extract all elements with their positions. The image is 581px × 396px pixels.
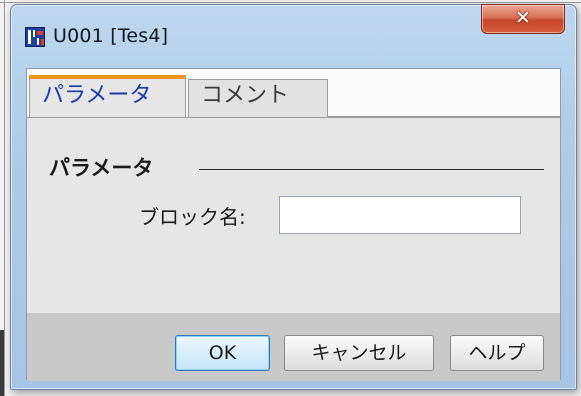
parameters-panel: パラメータ ブロック名: (27, 117, 560, 313)
cancel-button[interactable]: キャンセル (284, 335, 434, 371)
section-divider (199, 169, 544, 170)
block-app-icon (25, 27, 45, 47)
section-title: パラメータ (49, 156, 154, 180)
close-button[interactable]: ✕ (481, 4, 565, 34)
tab-parameters[interactable]: パラメータ (29, 75, 186, 117)
dialog-content: パラメータ コメント パラメータ ブロック名: OK キャンセル ヘルプ (26, 68, 561, 381)
tab-comment[interactable]: コメント (188, 79, 328, 117)
ok-button[interactable]: OK (175, 335, 270, 371)
tab-strip: パラメータ コメント (27, 69, 560, 117)
help-button[interactable]: ヘルプ (450, 335, 544, 371)
background-grid-line (4, 0, 5, 396)
button-bar: OK キャンセル ヘルプ (27, 313, 560, 381)
background-grid-line (0, 2, 581, 3)
block-name-input[interactable] (279, 196, 521, 234)
close-icon: ✕ (515, 7, 531, 29)
block-name-label: ブロック名: (139, 205, 246, 229)
window-title: U001 [Tes4] (53, 25, 169, 47)
background-edge (0, 330, 4, 396)
title-bar[interactable]: U001 [Tes4] ✕ (11, 4, 576, 67)
dialog-window: U001 [Tes4] ✕ パラメータ コメント パラメータ ブロック名: OK… (10, 4, 577, 390)
